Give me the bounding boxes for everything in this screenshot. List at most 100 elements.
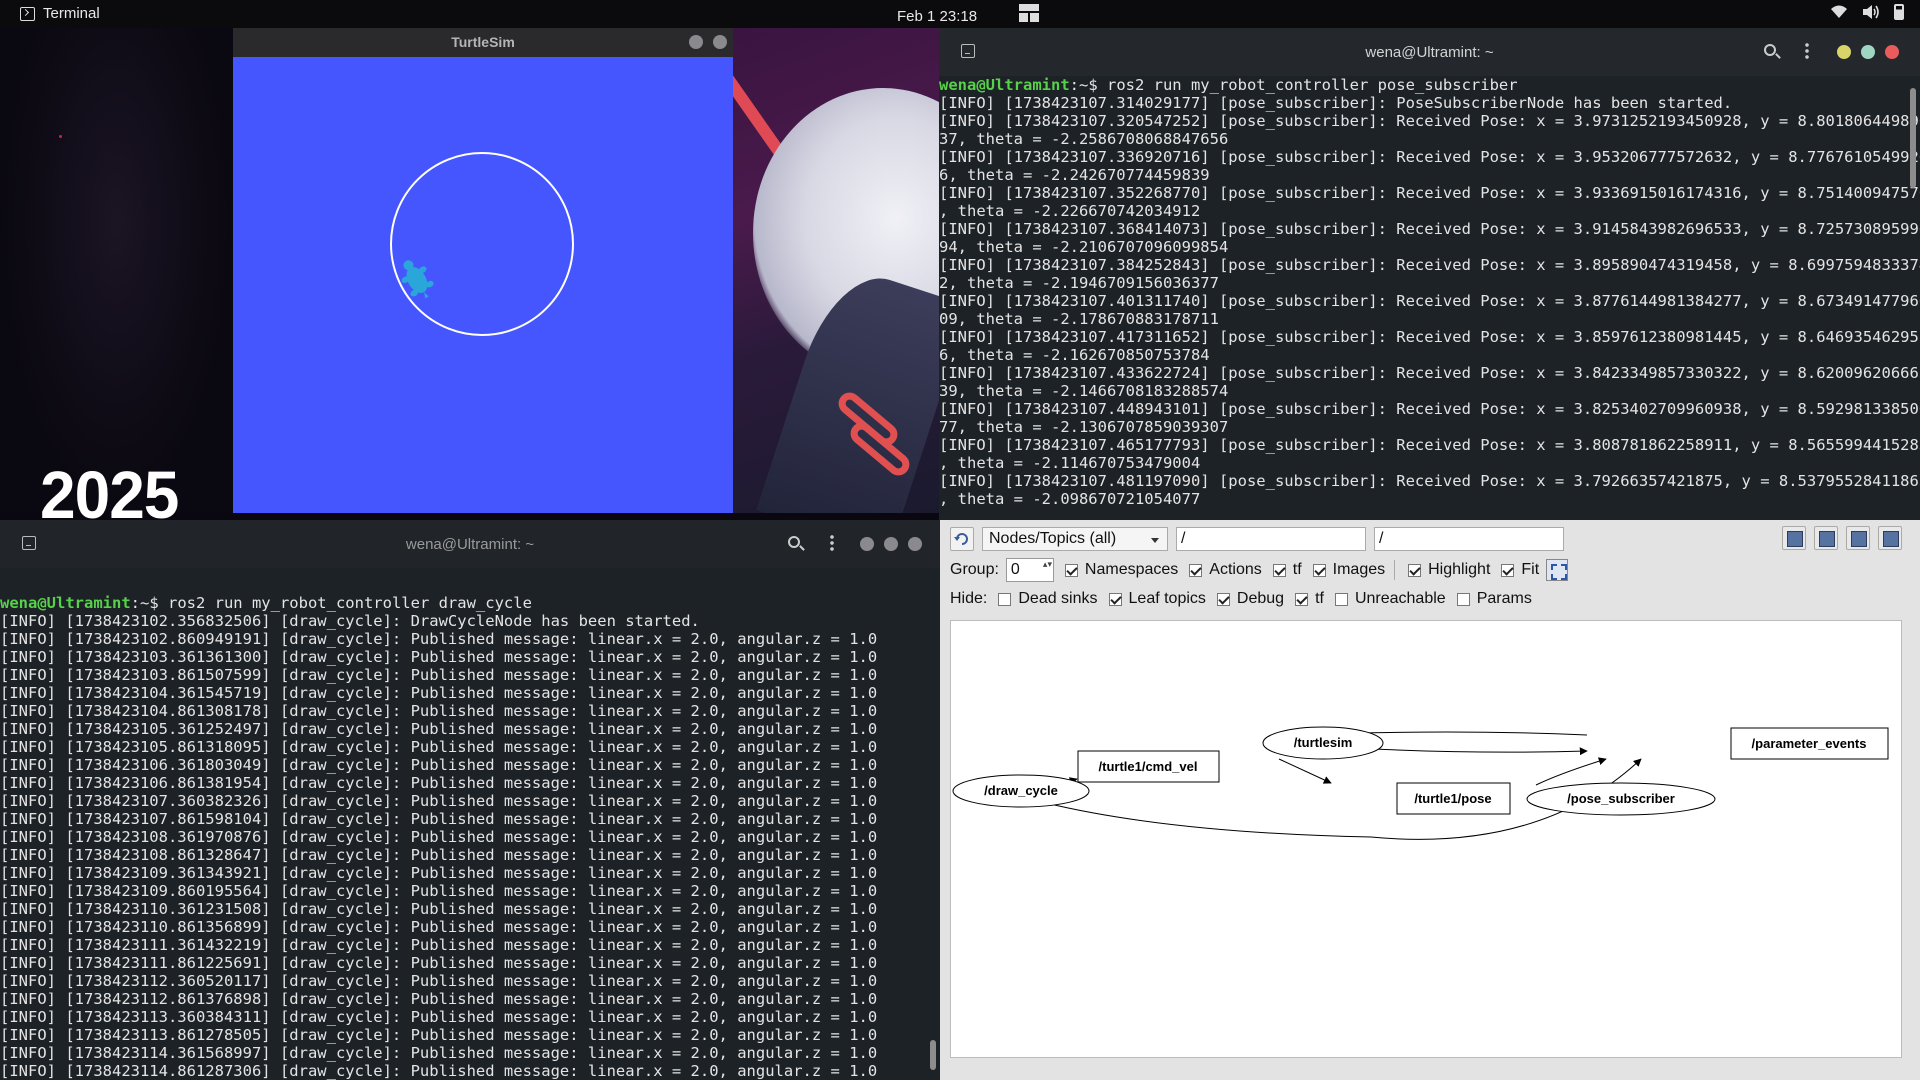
refresh-icon[interactable]	[950, 527, 974, 551]
terminal-output-line: [INFO] [1738423112.360520117] [draw_cycl…	[0, 972, 878, 990]
menu-icon[interactable]	[1805, 42, 1809, 60]
terminal-output-line: [INFO] [1738423104.861308178] [draw_cycl…	[0, 702, 878, 720]
terminal-output-line: [INFO] [1738423113.360384311] [draw_cycl…	[0, 1008, 878, 1026]
close-button[interactable]	[713, 35, 727, 49]
dead-sinks-checkbox[interactable]	[998, 592, 1012, 606]
scrollbar[interactable]	[1910, 88, 1916, 188]
terminal-headerbar[interactable]: wena@Ultramint: ~	[0, 520, 940, 568]
graph-topic-pose[interactable]: /turtle1/pose	[1396, 782, 1511, 815]
terminal-output-line: [INFO] [1738423102.860949191] [draw_cycl…	[0, 630, 878, 648]
graph-canvas[interactable]: /draw_cycle /turtle1/cmd_vel /turtlesim …	[950, 620, 1902, 1058]
images-label: Images	[1332, 561, 1386, 578]
topic-filter-input[interactable]: /	[1374, 527, 1564, 551]
active-app-name: Terminal	[43, 5, 100, 22]
namespaces-checkbox[interactable]	[1064, 563, 1078, 577]
terminal-output-line: [INFO] [1738423107.368414073] [pose_subs…	[939, 220, 1920, 238]
terminal-output-line: [INFO] [1738423102.356832506] [draw_cycl…	[0, 612, 700, 630]
params-checkbox[interactable]	[1456, 592, 1470, 606]
actions-checkbox[interactable]	[1189, 563, 1203, 577]
terminal-headerbar[interactable]: wena@Ultramint: ~	[939, 28, 1920, 76]
terminal-output-line: [INFO] [1738423107.448943101] [pose_subs…	[939, 400, 1920, 418]
volume-icon[interactable]	[1862, 4, 1880, 20]
graph-topic-parameter-events[interactable]: /parameter_events	[1730, 727, 1889, 760]
terminal-output-line: [INFO] [1738423107.465177793] [pose_subs…	[939, 436, 1920, 454]
minimize-button[interactable]	[689, 35, 703, 49]
edge-turtlesim-to-pose	[1278, 758, 1332, 784]
terminal-output[interactable]: wena@Ultramint:~$ ros2 run my_robot_cont…	[0, 594, 940, 1080]
terminal-output-line: [INFO] [1738423107.360382326] [draw_cycl…	[0, 792, 878, 810]
minimize-button[interactable]	[1837, 45, 1851, 59]
graph-topic-cmd-vel[interactable]: /turtle1/cmd_vel	[1077, 750, 1220, 783]
terminal-window-draw-cycle[interactable]: wena@Ultramint: ~ wena@Ultramint:~$ ros2…	[0, 520, 940, 1080]
node-filter-input[interactable]: /	[1176, 527, 1366, 551]
terminal-output-line: [INFO] [1738423107.401311740] [pose_subs…	[939, 292, 1920, 310]
load-dot-icon[interactable]	[1782, 526, 1806, 550]
view-mode-select[interactable]: Nodes/Topics (all)	[982, 527, 1168, 551]
workspace-switcher-icon[interactable]	[1019, 4, 1039, 22]
scrollbar[interactable]	[930, 1040, 936, 1070]
options-row: Group: 0 Namespaces Actions tf Images Hi…	[950, 558, 1569, 582]
maximize-button[interactable]	[884, 537, 898, 551]
wifi-icon[interactable]	[1830, 5, 1848, 19]
command-text: :~$ ros2 run my_robot_controller pose_su…	[1069, 76, 1518, 94]
highlight-checkbox[interactable]	[1408, 563, 1422, 577]
leaf-topics-checkbox[interactable]	[1108, 592, 1122, 606]
terminal-output-line: [INFO] [1738423106.361803049] [draw_cycl…	[0, 756, 878, 774]
search-icon[interactable]	[1764, 44, 1776, 56]
close-button[interactable]	[908, 537, 922, 551]
fit-checkbox[interactable]	[1501, 563, 1515, 577]
terminal-output-line: [INFO] [1738423107.314029177] [pose_subs…	[939, 94, 1733, 112]
maximize-button[interactable]	[1861, 45, 1875, 59]
fit-label: Fit	[1521, 561, 1540, 578]
battery-icon[interactable]	[1894, 4, 1904, 20]
turtlesim-titlebar[interactable]: TurtleSim	[233, 28, 733, 57]
fit-in-view-icon[interactable]	[1546, 559, 1569, 581]
graph-topic-label: /turtle1/cmd_vel	[1099, 759, 1198, 774]
terminal-output-line: [INFO] [1738423103.361361300] [draw_cycl…	[0, 648, 878, 666]
menu-icon[interactable]	[830, 534, 834, 552]
graph-node-pose-subscriber[interactable]: /pose_subscriber	[1526, 782, 1716, 816]
turtle-sprite	[401, 260, 434, 299]
turtlesim-canvas	[390, 152, 574, 336]
terminal-output-line: [INFO] [1738423104.361545719] [draw_cycl…	[0, 684, 878, 702]
terminal-output-line: [INFO] [1738423114.361568997] [draw_cycl…	[0, 1044, 878, 1062]
graph-node-turtlesim[interactable]: /turtlesim	[1262, 726, 1384, 760]
desktop-wallpaper-left: 2025	[0, 28, 233, 533]
command-text: :~$ ros2 run my_robot_controller draw_cy…	[130, 594, 532, 612]
terminal-output-line: [INFO] [1738423111.861225691] [draw_cycl…	[0, 954, 878, 972]
terminal-output-line: [INFO] [1738423103.861507599] [draw_cycl…	[0, 666, 878, 684]
save-dot-icon[interactable]	[1814, 526, 1838, 550]
leaf-topics-label: Leaf topics	[1128, 590, 1206, 607]
terminal-output-line: [INFO] [1738423111.361432219] [draw_cycl…	[0, 936, 878, 954]
terminal-output-line: [INFO] [1738423114.861287306] [draw_cycl…	[0, 1062, 878, 1080]
save-svg-icon[interactable]	[1846, 526, 1870, 550]
save-image-icon[interactable]	[1878, 526, 1902, 550]
terminal-output-line: 6, theta = -2.162670850753784	[939, 346, 1210, 364]
terminal-output-line: [INFO] [1738423107.352268770] [pose_subs…	[939, 184, 1920, 202]
clock[interactable]: Feb 1 23:18	[897, 8, 977, 25]
graph-node-label: /turtlesim	[1294, 735, 1353, 750]
debug-checkbox[interactable]	[1216, 592, 1230, 606]
graph-node-draw-cycle[interactable]: /draw_cycle	[952, 774, 1090, 808]
highlight-label: Highlight	[1428, 561, 1491, 578]
terminal-output-line: [INFO] [1738423110.861356899] [draw_cycl…	[0, 918, 878, 936]
terminal-window-pose-subscriber[interactable]: wena@Ultramint: ~ wena@Ultramint:~$ ros2…	[939, 28, 1920, 520]
minimize-button[interactable]	[860, 537, 874, 551]
terminal-output-line: [INFO] [1738423107.481197090] [pose_subs…	[939, 472, 1920, 490]
close-button[interactable]	[1885, 45, 1899, 59]
wallpaper-spark	[59, 135, 62, 138]
system-tray	[1830, 4, 1904, 20]
tf-label: tf	[1292, 561, 1302, 578]
group-spinbox[interactable]: 0	[1005, 558, 1054, 582]
active-app-indicator[interactable]: Terminal	[20, 5, 100, 22]
terminal-output[interactable]: wena@Ultramint:~$ ros2 run my_robot_cont…	[939, 76, 1920, 508]
terminal-output-line: [INFO] [1738423109.361343921] [draw_cycl…	[0, 864, 878, 882]
images-checkbox[interactable]	[1312, 563, 1326, 577]
hide-row: Hide: Dead sinks Leaf topics Debug tf Un…	[950, 590, 1532, 608]
unreachable-checkbox[interactable]	[1334, 592, 1348, 606]
graph-node-label: /pose_subscriber	[1567, 791, 1675, 806]
terminal-output-line: [INFO] [1738423112.861376898] [draw_cycl…	[0, 990, 878, 1008]
hide-tf-checkbox[interactable]	[1295, 592, 1309, 606]
search-icon[interactable]	[788, 536, 800, 548]
tf-checkbox[interactable]	[1272, 563, 1286, 577]
